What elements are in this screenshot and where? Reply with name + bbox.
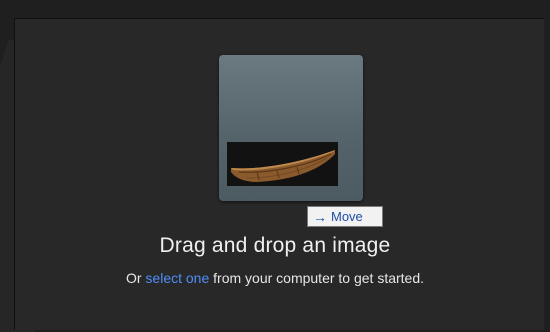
dropzone-subtitle: Or select one from your computer to get …	[0, 270, 550, 286]
dragged-image-card[interactable]	[219, 55, 363, 201]
app-stage: → Move Drag and drop an image Or select …	[0, 0, 550, 332]
move-label: Move	[331, 209, 363, 224]
select-one-link[interactable]: select one	[145, 270, 209, 286]
move-tooltip: → Move	[307, 206, 383, 227]
dropzone-title: Drag and drop an image	[159, 234, 391, 257]
subtitle-prefix: Or	[125, 270, 146, 286]
boat-image	[227, 142, 338, 186]
arrow-right-icon: →	[313, 208, 327, 225]
boat-illustration	[227, 142, 338, 186]
subtitle-suffix: from your computer to get started.	[209, 270, 425, 286]
